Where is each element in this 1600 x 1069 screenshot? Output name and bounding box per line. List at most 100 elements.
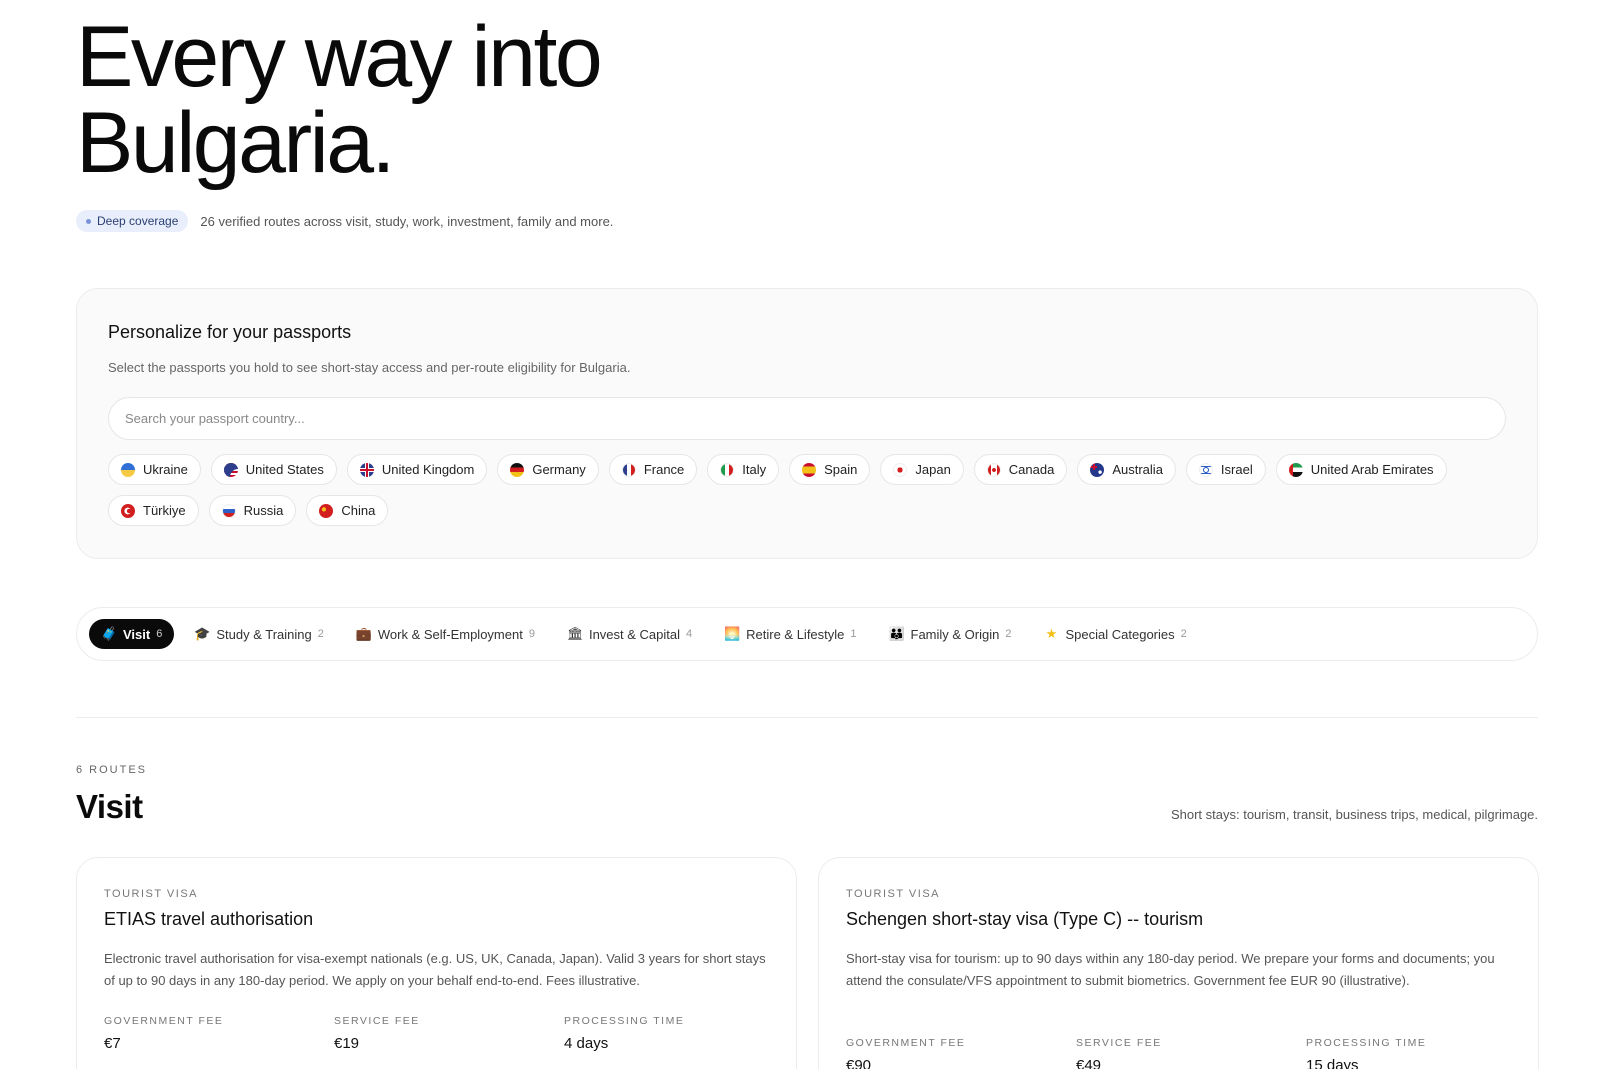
government-fee: GOVERNMENT FEE €90 bbox=[846, 1037, 1076, 1069]
government-fee-label: GOVERNMENT FEE bbox=[846, 1037, 966, 1049]
passport-chip-label: Germany bbox=[532, 462, 586, 477]
passport-chip-canada[interactable]: Canada bbox=[973, 454, 1068, 485]
routes-count: 6 ROUTES bbox=[76, 764, 148, 776]
government-fee: GOVERNMENT FEE €7 bbox=[104, 1015, 334, 1052]
passport-chip-label: United States bbox=[245, 462, 324, 477]
passport-chip-united-states[interactable]: United States bbox=[210, 454, 337, 485]
tab-count: 4 bbox=[686, 628, 693, 640]
route-type: TOURIST VISA bbox=[846, 888, 941, 900]
section-title: Visit bbox=[76, 788, 143, 825]
passport-chip-label: Spain bbox=[824, 462, 858, 477]
tab-invest-capital[interactable]: 🏛 Invest & Capital 4 bbox=[555, 619, 704, 649]
passport-chip-spain[interactable]: Spain bbox=[789, 454, 871, 485]
passport-chip-israel[interactable]: Israel bbox=[1185, 454, 1266, 485]
category-tabs: 🧳 Visit 6 🎓 Study & Training 2 💼 Work & … bbox=[76, 607, 1538, 661]
passport-panel-subtitle: Select the passports you hold to see sho… bbox=[108, 360, 631, 375]
il-flag-icon bbox=[1198, 462, 1213, 477]
tab-study-training[interactable]: 🎓 Study & Training 2 bbox=[182, 619, 336, 649]
page-title-line-2: Bulgaria. bbox=[76, 95, 395, 191]
passport-search-input[interactable] bbox=[108, 397, 1506, 440]
government-fee-value: €90 bbox=[846, 1057, 872, 1069]
passport-panel: Personalize for your passports Select th… bbox=[76, 288, 1538, 559]
route-description: Short-stay visa for tourism: up to 90 da… bbox=[846, 951, 1495, 988]
route-title: ETIAS travel authorisation bbox=[104, 909, 314, 929]
passport-chip-united-arab-emirates[interactable]: United Arab Emirates bbox=[1275, 454, 1447, 485]
page: Every way into Bulgaria. Deep coverage 2… bbox=[0, 0, 1600, 1069]
tab-label: Work & Self-Employment bbox=[377, 626, 523, 642]
processing-time: PROCESSING TIME 15 days bbox=[1306, 1037, 1536, 1069]
de-flag-icon bbox=[510, 462, 525, 477]
tab-count: 6 bbox=[156, 628, 163, 640]
passport-chip-label: France bbox=[643, 462, 685, 477]
passport-chip-label: Israel bbox=[1220, 462, 1253, 477]
passport-chip-japan[interactable]: Japan bbox=[880, 454, 964, 485]
passport-chip-germany[interactable]: Germany bbox=[497, 454, 599, 485]
es-flag-icon bbox=[802, 462, 817, 477]
star-icon: ★ bbox=[1045, 626, 1058, 641]
fr-flag-icon bbox=[621, 462, 636, 477]
passport-chip-label: Canada bbox=[1008, 462, 1055, 477]
passport-chip-label: United Arab Emirates bbox=[1310, 462, 1434, 477]
tab-label: Study & Training bbox=[216, 626, 312, 642]
it-flag-icon bbox=[720, 462, 735, 477]
route-description: Electronic travel authorisation for visa… bbox=[104, 951, 766, 988]
tab-label: Invest & Capital bbox=[588, 626, 680, 642]
passport-chip-china[interactable]: China bbox=[306, 495, 389, 526]
tab-work-self-employment[interactable]: 💼 Work & Self-Employment 9 bbox=[344, 619, 547, 649]
tab-count: 2 bbox=[1005, 628, 1012, 640]
route-card-schengen[interactable]: TOURIST VISA Schengen short-stay visa (T… bbox=[818, 857, 1539, 1069]
passport-chip-turkiye[interactable]: Türkiye bbox=[108, 495, 199, 526]
passport-chip-australia[interactable]: Australia bbox=[1077, 454, 1176, 485]
passport-chip-label: Italy bbox=[742, 462, 767, 477]
page-title: Every way into Bulgaria. bbox=[76, 14, 603, 191]
processing-time-value: 4 days bbox=[564, 1035, 609, 1052]
tab-visit[interactable]: 🧳 Visit 6 bbox=[89, 619, 175, 649]
coverage-badge-label: Deep coverage bbox=[97, 214, 179, 228]
passport-chip-label: China bbox=[341, 503, 376, 518]
route-card-etias[interactable]: TOURIST VISA ETIAS travel authorisation … bbox=[76, 857, 797, 1069]
au-flag-icon bbox=[1090, 462, 1105, 477]
tab-family-origin[interactable]: 👪 Family & Origin 2 bbox=[877, 619, 1024, 649]
processing-time: PROCESSING TIME 4 days bbox=[564, 1015, 794, 1052]
tab-count: 2 bbox=[1180, 628, 1187, 640]
passport-chip-label: Russia bbox=[243, 503, 284, 518]
section-description: Short stays: tourism, transit, business … bbox=[1170, 807, 1538, 822]
luggage-icon: 🧳 bbox=[101, 626, 118, 641]
tab-count: 1 bbox=[850, 628, 857, 640]
passport-chip-list: Ukraine United States United Kingdom Ger… bbox=[108, 454, 1518, 526]
passport-chip-france[interactable]: France bbox=[608, 454, 698, 485]
service-fee-value: €19 bbox=[334, 1035, 360, 1052]
passport-chip-label: Japan bbox=[915, 462, 951, 477]
bank-icon: 🏛 bbox=[566, 626, 584, 641]
passport-chip-ukraine[interactable]: Ukraine bbox=[108, 454, 201, 485]
badge-dot-icon bbox=[86, 218, 91, 224]
briefcase-icon: 💼 bbox=[355, 626, 373, 641]
passport-chip-united-kingdom[interactable]: United Kingdom bbox=[346, 454, 488, 485]
us-flag-icon bbox=[223, 462, 238, 477]
uk-flag-icon bbox=[359, 462, 374, 477]
tab-retire-lifestyle[interactable]: 🌅 Retire & Lifestyle 1 bbox=[712, 619, 868, 649]
service-fee-value: €49 bbox=[1076, 1057, 1102, 1069]
processing-time-value: 15 days bbox=[1306, 1057, 1359, 1069]
coverage-row: Deep coverage 26 verified routes across … bbox=[76, 210, 613, 232]
passport-chip-italy[interactable]: Italy bbox=[707, 454, 780, 485]
sunset-icon: 🌅 bbox=[724, 626, 741, 641]
coverage-summary: 26 verified routes across visit, study, … bbox=[200, 213, 614, 229]
tab-label: Visit bbox=[123, 626, 151, 642]
passport-chip-label: Ukraine bbox=[143, 462, 188, 477]
tab-count: 9 bbox=[528, 628, 535, 640]
processing-time-label: PROCESSING TIME bbox=[564, 1015, 685, 1027]
section-divider bbox=[76, 717, 1538, 718]
passport-chip-label: Türkiye bbox=[143, 503, 186, 518]
tab-special-categories[interactable]: ★ Special Categories 2 bbox=[1032, 619, 1199, 649]
coverage-badge: Deep coverage bbox=[76, 210, 189, 232]
processing-time-label: PROCESSING TIME bbox=[1306, 1037, 1427, 1049]
route-type: TOURIST VISA bbox=[104, 888, 199, 900]
service-fee-label: SERVICE FEE bbox=[334, 1015, 420, 1027]
tab-label: Family & Origin bbox=[910, 626, 1000, 642]
route-title: Schengen short-stay visa (Type C) -- tou… bbox=[846, 909, 1204, 929]
passport-chip-label: United Kingdom bbox=[381, 462, 475, 477]
passport-chip-russia[interactable]: Russia bbox=[208, 495, 297, 526]
ua-flag-icon bbox=[121, 462, 135, 477]
ae-flag-icon bbox=[1288, 462, 1303, 477]
